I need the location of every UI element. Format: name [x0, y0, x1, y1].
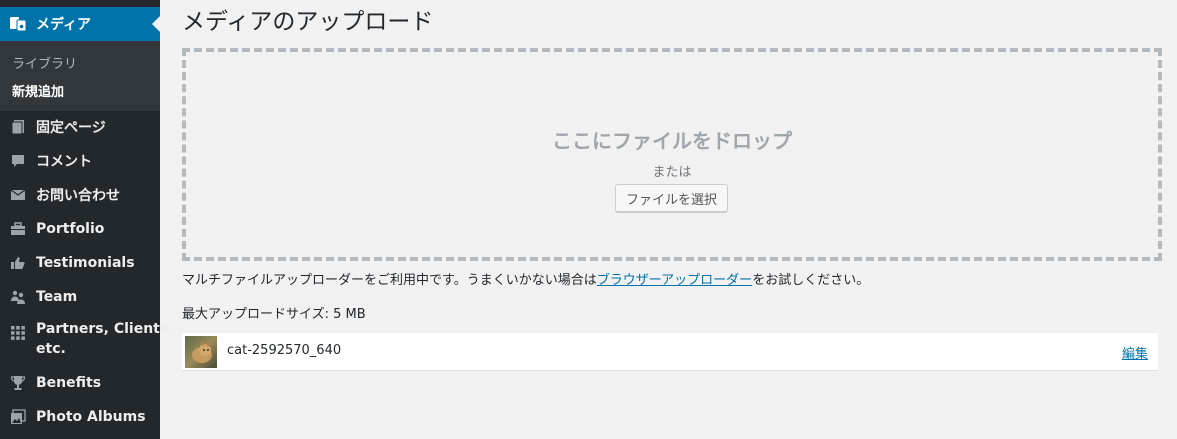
portfolio-icon [9, 220, 27, 238]
uploader-info: マルチファイルアップローダーをご利用中です。うまくいかない場合はブラウザーアップ… [182, 269, 869, 288]
menu-label-media: メディア [36, 17, 92, 33]
drop-zone-title: ここにファイルをドロップ [552, 129, 792, 153]
browser-uploader-link[interactable]: ブラウザーアップローダー [597, 273, 752, 288]
menu-label-testimonials: Testimonials [36, 255, 135, 271]
trophy-icon [9, 374, 27, 392]
edit-media-link[interactable]: 編集 [1122, 343, 1148, 362]
menu-label-pages: 固定ページ [36, 120, 106, 136]
thumbs-up-icon [9, 254, 27, 272]
menu-label-photo-albums: Photo Albums [36, 409, 146, 425]
drop-zone[interactable]: ここにファイルをドロップ または ファイルを選択 [182, 48, 1162, 261]
menu-label-comments: コメント [36, 154, 92, 170]
menu-item-contact[interactable]: お問い合わせ [0, 180, 160, 210]
uploaded-filename: cat-2592570_640 [227, 343, 342, 358]
media-icon [9, 15, 27, 33]
menu-item-benefits[interactable]: Benefits [0, 368, 160, 398]
select-files-button[interactable]: ファイルを選択 [615, 184, 729, 212]
uploader-info-prefix: マルチファイルアップローダーをご利用中です。うまくいかない場合は [182, 273, 597, 288]
current-menu-arrow [152, 16, 160, 32]
menu-item-comments[interactable]: コメント [0, 146, 160, 176]
menu-label-partners-line1: Partners, Clients, [36, 321, 174, 337]
email-icon [9, 186, 27, 204]
menu-item-testimonials[interactable]: Testimonials [0, 248, 160, 278]
menu-label-portfolio: Portfolio [36, 221, 105, 237]
grid-icon [9, 324, 27, 342]
menu-item-photo-albums[interactable]: Photo Albums [0, 402, 160, 432]
menu-item-pages[interactable]: 固定ページ [0, 112, 160, 142]
uploaded-media-item: cat-2592570_640 編集 [182, 333, 1158, 371]
uploader-info-suffix: をお試しください。 [752, 273, 870, 288]
menu-item-partners[interactable]: Partners, Clients, etc. [0, 321, 174, 357]
menu-label-benefits: Benefits [36, 375, 102, 391]
menu-label-partners-line2: etc. [36, 341, 66, 357]
menu-item-media[interactable]: メディア [0, 7, 160, 41]
menu-item-team[interactable]: Team [0, 282, 160, 312]
submenu-item-library[interactable]: ライブラリ [12, 53, 77, 72]
page-title: メディアのアップロード [182, 9, 434, 35]
cat-thumbnail [185, 336, 217, 368]
comment-icon [9, 152, 27, 170]
photo-albums-icon [9, 408, 27, 426]
media-submenu: ライブラリ 新規追加 [0, 41, 160, 111]
menu-item-portfolio[interactable]: Portfolio [0, 214, 160, 244]
submenu-item-add-new[interactable]: 新規追加 [12, 81, 64, 100]
team-icon [9, 288, 27, 306]
menu-label-team: Team [36, 289, 78, 305]
pages-icon [9, 118, 27, 136]
menu-label-contact: お問い合わせ [36, 188, 120, 204]
admin-sidebar: メディア ライブラリ 新規追加 固定ページ コメント お問い合わせ Portfo… [0, 0, 174, 439]
max-upload-size: 最大アップロードサイズ: 5 MB [182, 307, 366, 322]
drop-zone-or: または [652, 165, 692, 180]
